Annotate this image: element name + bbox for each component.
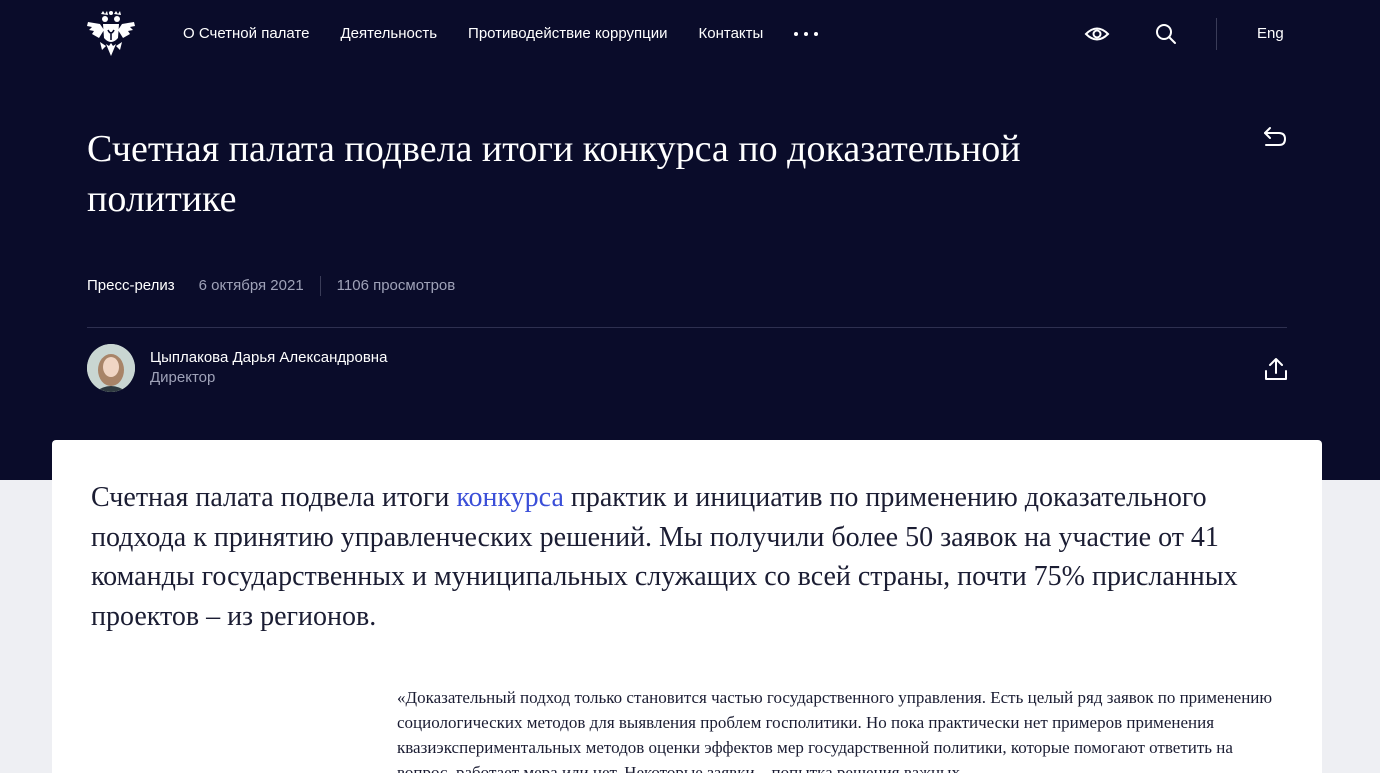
contest-link[interactable]: конкурса [456, 482, 564, 513]
nav-item-contacts[interactable]: Контакты [699, 24, 764, 44]
article-quote: «Доказательный подход только становится … [397, 688, 1273, 773]
title-line-1: Счетная палата подвела итоги конкурса по… [87, 128, 1021, 170]
author-name[interactable]: Цыплакова Дарья Александровна [150, 348, 387, 368]
page-title: Счетная палата подвела итоги конкурса по… [87, 124, 1147, 224]
article-meta: Пресс-релиз 6 октября 2021 1106 просмотр… [87, 276, 455, 296]
nav-item-activity[interactable]: Деятельность [340, 24, 437, 44]
lead-text-start: Счетная палата подвела итоги [91, 482, 457, 513]
more-dots-icon[interactable] [794, 24, 819, 44]
article-body-card: Счетная палата подвела итоги конкурса пр… [52, 440, 1322, 773]
title-line-2: политике [87, 178, 237, 220]
share-icon[interactable] [1262, 355, 1290, 383]
back-arrow-icon[interactable] [1262, 124, 1288, 150]
nav-item-about[interactable]: О Счетной палате [183, 24, 309, 44]
hero-section: О Счетной палате Деятельность Противодей… [0, 0, 1380, 480]
article-type-tag[interactable]: Пресс-релиз [87, 276, 175, 296]
header-divider [1216, 18, 1217, 50]
eye-icon[interactable] [1084, 22, 1110, 46]
meta-divider [319, 276, 321, 296]
divider [87, 327, 1287, 328]
article-views: 1106 просмотров [336, 277, 456, 294]
search-icon[interactable] [1154, 22, 1178, 46]
article-date: 6 октября 2021 [198, 277, 304, 294]
author-role: Директор [150, 369, 216, 386]
logo-emblem-icon[interactable] [86, 10, 136, 58]
article-lead: Счетная палата подвела итоги конкурса пр… [91, 478, 1291, 636]
nav-item-anticorruption[interactable]: Противодействие коррупции [468, 24, 667, 44]
author-avatar[interactable] [87, 344, 135, 392]
language-switch[interactable]: Eng [1257, 24, 1284, 44]
main-nav: О Счетной палате Деятельность Противодей… [183, 24, 819, 44]
